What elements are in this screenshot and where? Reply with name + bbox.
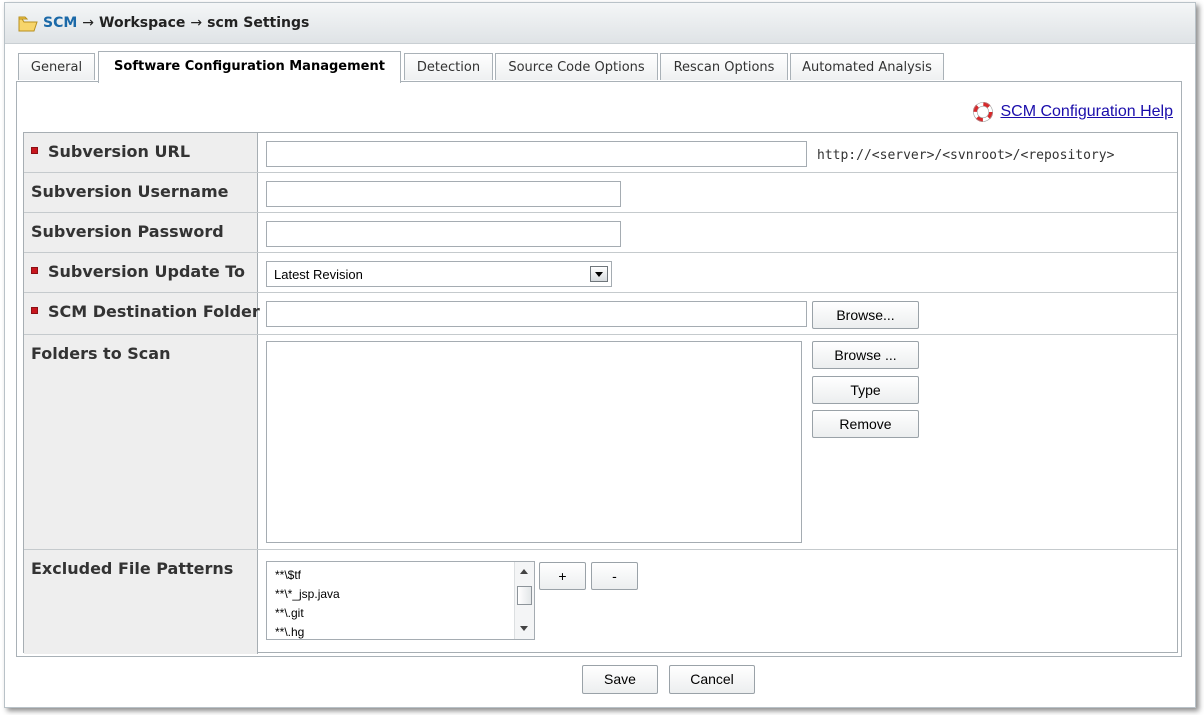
subversion-url-input[interactable] (266, 141, 807, 167)
subversion-username-input[interactable] (266, 181, 621, 207)
folders-to-scan-label-text: Folders to Scan (31, 344, 171, 363)
breadcrumb-separator: → (190, 15, 203, 31)
row-subversion-url: Subversion URL http://<server>/<svnroot>… (24, 133, 1177, 173)
row-subversion-update-to: Subversion Update To Latest Revision (24, 253, 1177, 293)
breadcrumb-current: scm Settings (207, 15, 310, 31)
required-marker-icon (31, 267, 38, 274)
dropdown-arrow-icon[interactable] (590, 266, 608, 282)
scm-destination-folder-label: SCM Destination Folder (24, 293, 260, 334)
tab-scm[interactable]: Software Configuration Management (98, 51, 401, 83)
add-pattern-button[interactable]: + (539, 562, 586, 590)
breadcrumb: SCM → Workspace → scm Settings (43, 15, 309, 31)
tab-automated-analysis[interactable]: Automated Analysis (790, 53, 944, 80)
listbox-scrollbar[interactable] (514, 562, 534, 639)
list-item[interactable]: **\*_jsp.java (275, 585, 340, 604)
subversion-url-label: Subversion URL (24, 133, 258, 172)
scm-destination-folder-input[interactable] (266, 301, 807, 327)
folders-remove-button[interactable]: Remove (812, 410, 919, 438)
scroll-down-icon[interactable] (520, 626, 528, 631)
scm-help-link[interactable]: SCM Configuration Help (973, 102, 1173, 122)
breadcrumb-separator: → (82, 15, 95, 31)
title-bar: SCM → Workspace → scm Settings (5, 3, 1195, 44)
settings-window: SCM → Workspace → scm Settings General Softw… (4, 2, 1196, 708)
tab-source-code-options[interactable]: Source Code Options (495, 53, 658, 80)
excluded-file-patterns-label: Excluded File Patterns (24, 550, 258, 654)
row-excluded-file-patterns: Excluded File Patterns **\$tf **\*_jsp.j… (24, 550, 1177, 654)
save-button[interactable]: Save (582, 665, 658, 694)
folders-to-scan-label: Folders to Scan (24, 335, 258, 549)
subversion-username-label-text: Subversion Username (31, 182, 229, 201)
tab-panel: SCM Configuration Help Subversion URL ht… (16, 81, 1182, 657)
remove-pattern-button[interactable]: - (591, 562, 638, 590)
breadcrumb-scm-link[interactable]: SCM (43, 15, 77, 31)
excluded-file-patterns-label-text: Excluded File Patterns (31, 559, 234, 578)
scm-settings-form: Subversion URL http://<server>/<svnroot>… (23, 132, 1178, 654)
folders-type-button[interactable]: Type (812, 376, 919, 404)
scroll-thumb[interactable] (517, 586, 532, 605)
tab-general[interactable]: General (18, 53, 95, 80)
subversion-password-label: Subversion Password (24, 213, 258, 252)
tab-rescan-options[interactable]: Rescan Options (660, 53, 788, 80)
subversion-username-label: Subversion Username (24, 173, 258, 212)
breadcrumb-workspace: Workspace (99, 15, 186, 31)
tab-detection[interactable]: Detection (404, 53, 493, 80)
subversion-update-to-label: Subversion Update To (24, 253, 258, 292)
row-subversion-username: Subversion Username (24, 173, 1177, 213)
subversion-url-label-text: Subversion URL (48, 142, 191, 161)
folders-to-scan-list[interactable] (266, 341, 802, 543)
row-subversion-password: Subversion Password (24, 213, 1177, 253)
subversion-password-label-text: Subversion Password (31, 222, 224, 241)
lifebuoy-icon (973, 102, 994, 122)
row-scm-destination-folder: SCM Destination Folder Browse... (24, 293, 1177, 335)
list-item[interactable]: **\.git (275, 604, 340, 623)
subversion-update-to-value: Latest Revision (274, 267, 363, 282)
excluded-patterns-listbox[interactable]: **\$tf **\*_jsp.java **\.git **\.hg (266, 561, 535, 640)
subversion-update-to-select[interactable]: Latest Revision (266, 261, 612, 287)
folders-browse-button[interactable]: Browse ... (812, 341, 919, 369)
scroll-up-icon[interactable] (520, 569, 528, 574)
list-item[interactable]: **\$tf (275, 566, 340, 585)
row-folders-to-scan: Folders to Scan Browse ... Type Remove (24, 335, 1177, 550)
cancel-button[interactable]: Cancel (669, 665, 755, 694)
subversion-password-input[interactable] (266, 221, 621, 247)
scm-help-label[interactable]: SCM Configuration Help (1000, 103, 1173, 120)
scm-destination-folder-label-text: SCM Destination Folder (48, 302, 260, 321)
subversion-update-to-label-text: Subversion Update To (48, 262, 246, 281)
required-marker-icon (31, 147, 38, 154)
destination-browse-button[interactable]: Browse... (812, 301, 919, 329)
subversion-url-hint: http://<server>/<svnroot>/<repository> (817, 148, 1115, 163)
folder-icon (18, 16, 38, 32)
list-item[interactable]: **\.hg (275, 623, 340, 639)
required-marker-icon (31, 307, 38, 314)
